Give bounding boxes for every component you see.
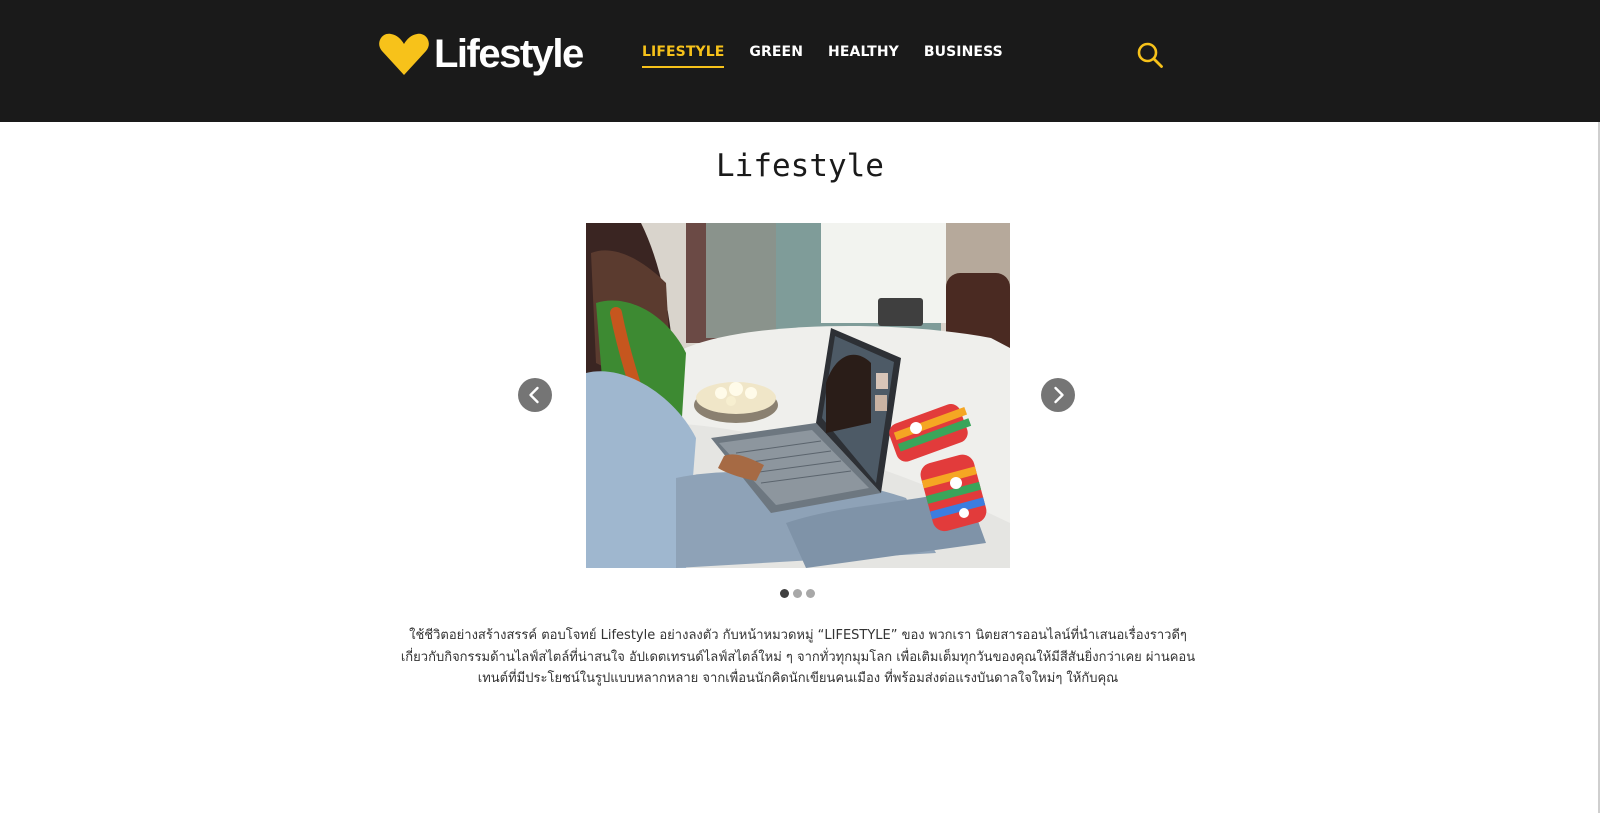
logo-wordmark: Lifestyle: [434, 32, 584, 76]
carousel-dot-3[interactable]: [806, 589, 815, 598]
page-title: Lifestyle: [716, 148, 884, 184]
nav-item-lifestyle[interactable]: LIFESTYLE: [642, 44, 725, 68]
carousel-dot-2[interactable]: [793, 589, 802, 598]
site-header: Lifestyle LIFESTYLE GREEN HEALTHY BUSINE…: [0, 0, 1600, 122]
category-description: ใช้ชีวิตอย่างสร้างสรรค์ ตอบโจทย์ Lifesty…: [400, 628, 1196, 686]
carousel-next-button[interactable]: [1041, 378, 1075, 412]
carousel-dot-1[interactable]: [780, 589, 789, 598]
slide-photo: [586, 223, 1010, 568]
chevron-left-icon: [529, 386, 539, 404]
search-icon: [1137, 42, 1163, 68]
carousel-prev-button[interactable]: [518, 378, 552, 412]
search-button[interactable]: [1136, 41, 1164, 69]
carousel-pagination: [780, 589, 819, 598]
nav-item-green[interactable]: GREEN: [749, 44, 803, 68]
heart-icon: [379, 33, 429, 75]
carousel-slide-image[interactable]: [586, 223, 1010, 568]
site-logo[interactable]: Lifestyle: [378, 30, 584, 78]
main-nav: LIFESTYLE GREEN HEALTHY BUSINESS: [642, 44, 1028, 68]
nav-item-business[interactable]: BUSINESS: [924, 44, 1003, 68]
nav-item-healthy[interactable]: HEALTHY: [828, 44, 899, 68]
chevron-right-icon: [1054, 386, 1064, 404]
